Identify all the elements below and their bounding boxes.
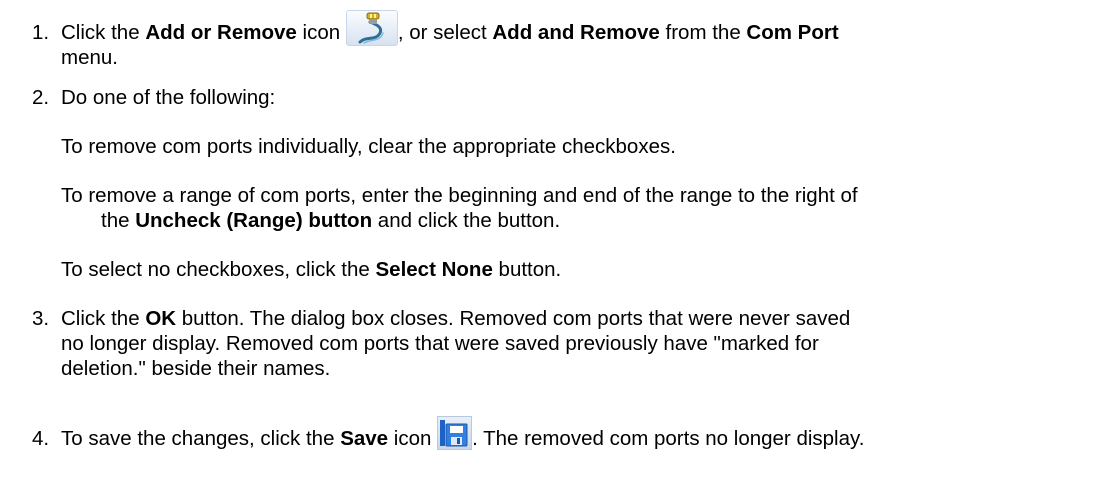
step-number: 2. (32, 86, 50, 109)
add-remove-icon (345, 9, 398, 46)
step-number: 3. (32, 307, 50, 330)
option-select-none: To select no checkboxes, click the Selec… (61, 258, 562, 281)
option-remove-range-line-2: the Uncheck (Range) button and click the… (101, 209, 561, 232)
save-label: Save (340, 427, 389, 450)
step-number: 1. (32, 21, 50, 44)
select-none-button-label: Select None (375, 258, 493, 281)
step-1-line-2: menu. (61, 46, 118, 69)
step-3-line-1: Click the OK button. The dialog box clos… (61, 307, 851, 330)
step-3-line-3: deletion." beside their names. (61, 357, 331, 380)
option-clear-checkboxes: To remove com ports individually, clear … (61, 135, 676, 158)
step-4-line-1: To save the changes, click the Save icon… (61, 415, 864, 451)
add-or-remove-label: Add or Remove (145, 21, 297, 44)
procedure-document: 1. Click the Add or Remove icon , or sel… (0, 0, 1115, 489)
step-2-line-1: Do one of the following: (61, 86, 276, 109)
step-number: 4. (32, 427, 50, 450)
com-port-menu-label: Com Port (746, 21, 839, 44)
uncheck-range-button-label: Uncheck (Range) button (135, 209, 373, 232)
save-icon (437, 415, 473, 450)
ok-button-label: OK (145, 307, 177, 330)
step-3-line-2: no longer display. Removed com ports tha… (61, 332, 819, 355)
add-and-remove-label: Add and Remove (492, 21, 660, 44)
option-remove-range-line-1: To remove a range of com ports, enter th… (61, 184, 858, 207)
step-1-line-1: Click the Add or Remove icon , or select… (61, 9, 839, 46)
